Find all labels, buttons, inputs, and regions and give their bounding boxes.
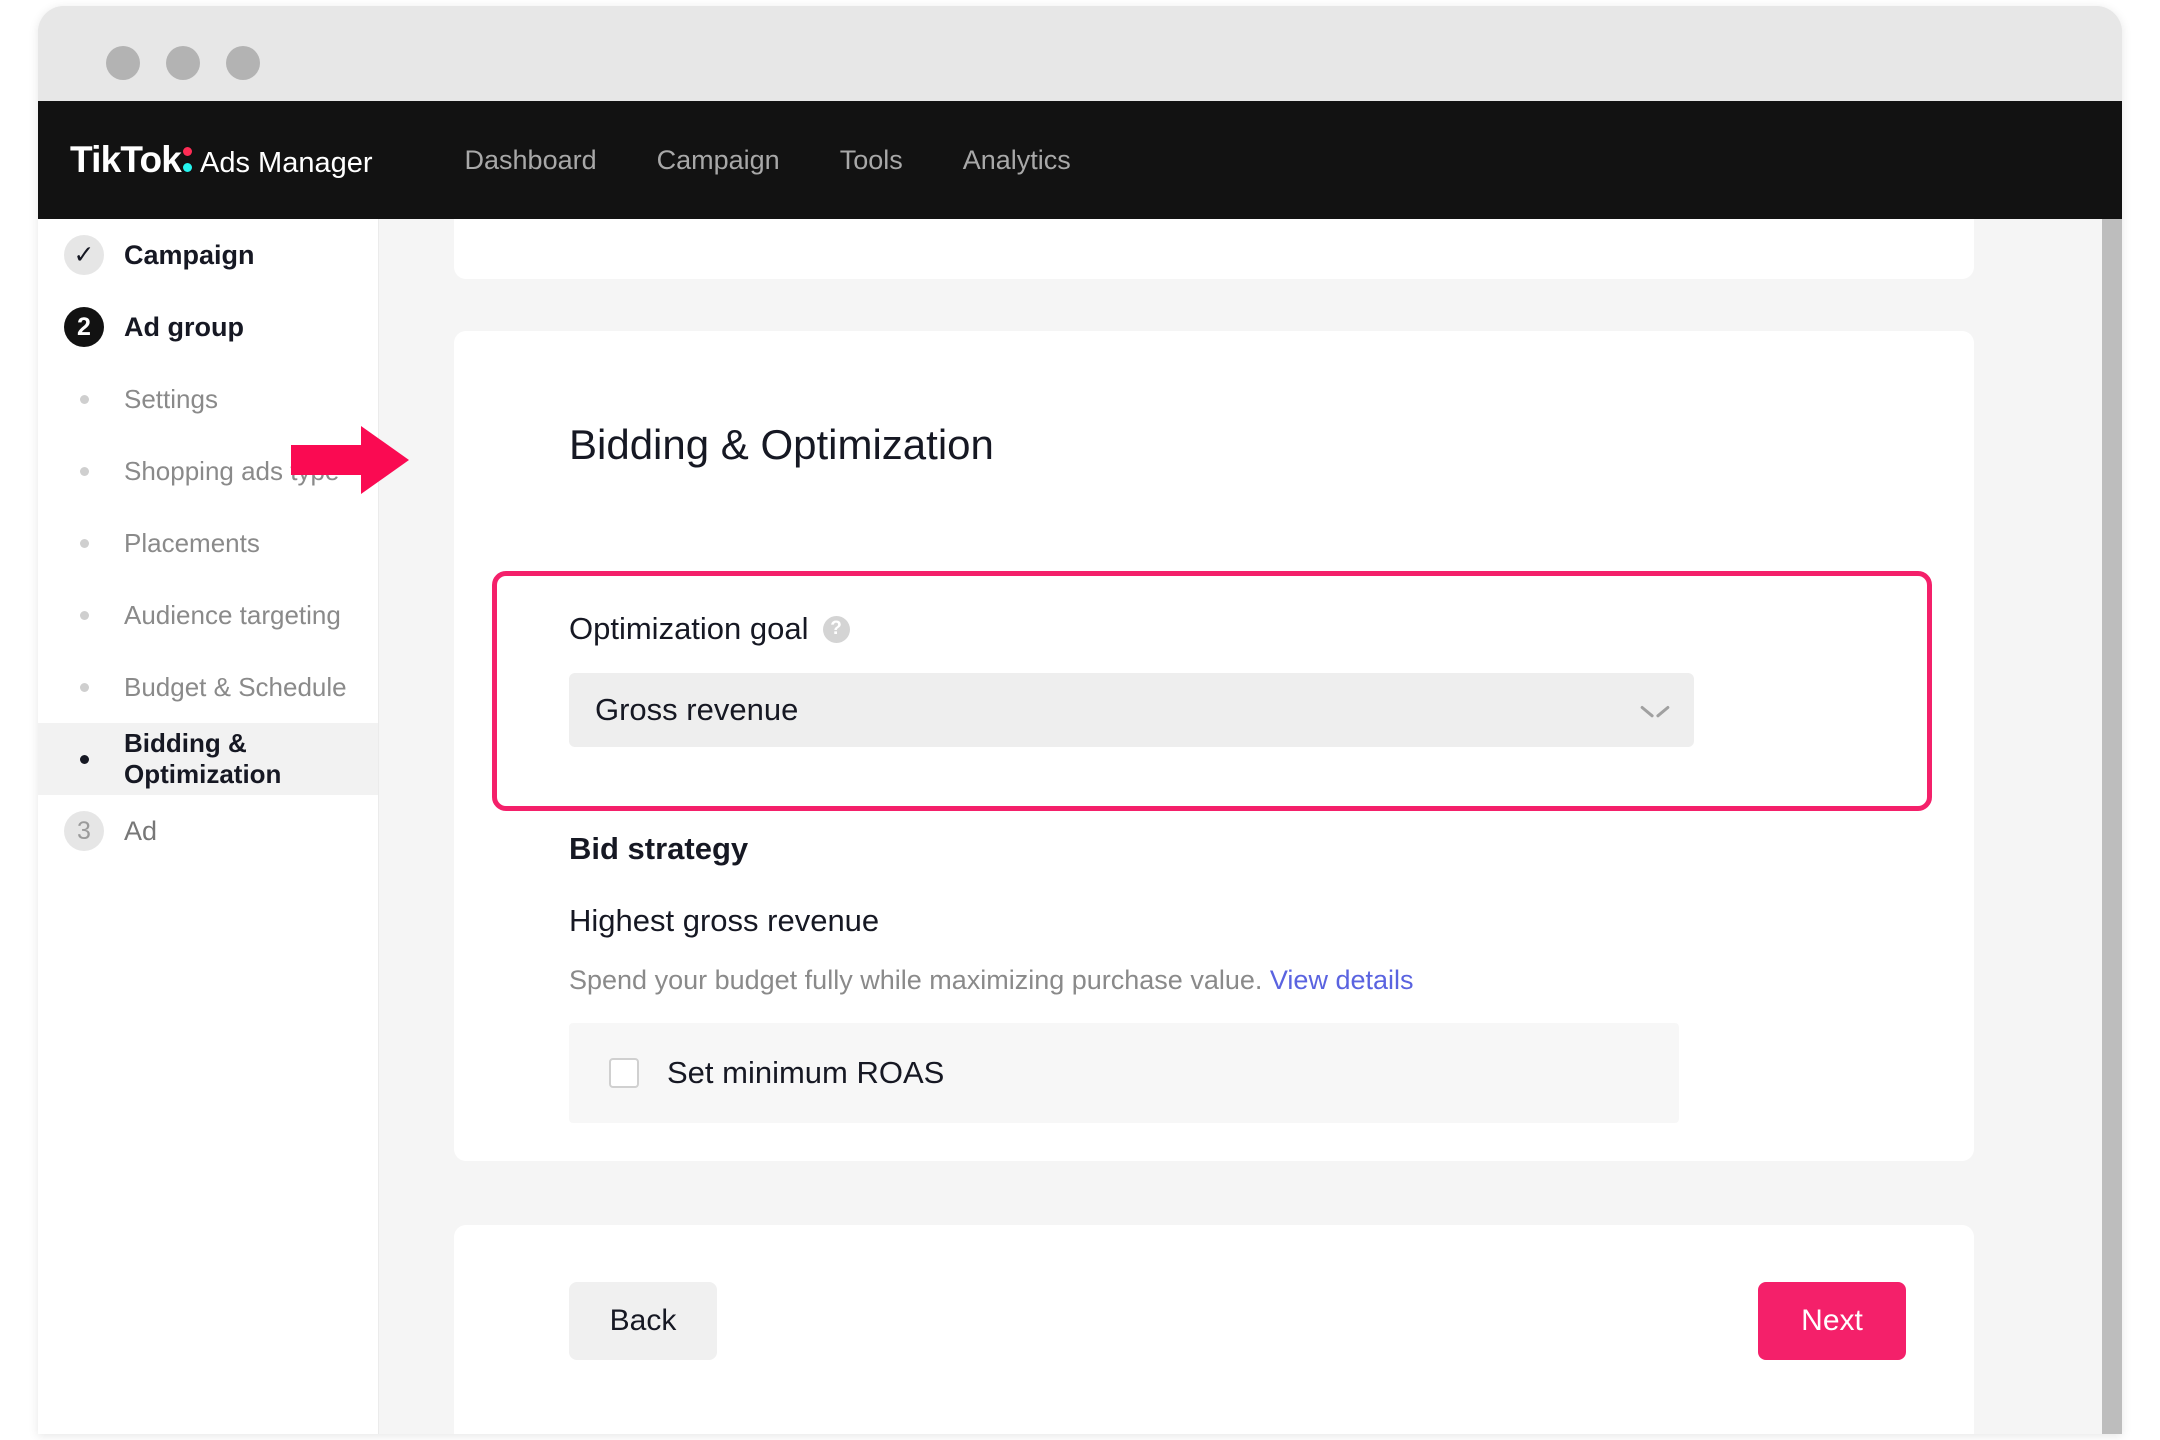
nav-item-analytics[interactable]: Analytics xyxy=(963,145,1071,176)
optimization-goal-label-group: Optimization goal ? xyxy=(569,611,850,647)
sidebar-item-audience-targeting-label: Audience targeting xyxy=(124,599,341,630)
window-maximize-button[interactable] xyxy=(226,46,260,80)
sidebar-item-settings[interactable]: Settings xyxy=(38,363,378,435)
sidebar-item-bidding-optimization-label: Bidding & Optimization xyxy=(124,728,282,789)
set-minimum-roas-checkbox[interactable] xyxy=(609,1058,639,1088)
bullet-icon xyxy=(64,754,104,764)
window-frame-right xyxy=(2102,101,2122,1434)
help-icon[interactable]: ? xyxy=(822,615,850,643)
sidebar: ✓ Campaign 2 Ad group Settings Shopping … xyxy=(38,219,379,1434)
view-details-link[interactable]: View details xyxy=(1270,965,1414,995)
bullet-icon xyxy=(64,610,104,620)
footer-actions-card: Back Next xyxy=(454,1225,1974,1434)
minimum-roas-panel: Set minimum ROAS xyxy=(569,1023,1679,1123)
sidebar-item-settings-label: Settings xyxy=(124,383,218,414)
brand-subtitle: Ads Manager xyxy=(200,147,373,179)
check-icon: ✓ xyxy=(64,235,104,275)
sidebar-step-ad-group-label: Ad group xyxy=(124,311,244,342)
set-minimum-roas-label: Set minimum ROAS xyxy=(667,1055,945,1090)
nav-item-tools[interactable]: Tools xyxy=(840,145,903,176)
sidebar-item-placements[interactable]: Placements xyxy=(38,507,378,579)
page-title: Bidding & Optimization xyxy=(569,421,994,468)
sidebar-item-shopping-ads-type-label: Shopping ads type xyxy=(124,455,340,486)
sidebar-item-placements-label: Placements xyxy=(124,527,260,558)
window-close-button[interactable] xyxy=(106,46,140,80)
sidebar-item-audience-targeting[interactable]: Audience targeting xyxy=(38,579,378,651)
sidebar-item-bidding-optimization[interactable]: Bidding & Optimization xyxy=(38,723,378,795)
optimization-goal-select[interactable]: Gross revenue xyxy=(569,673,1694,747)
previous-section-card xyxy=(454,219,1974,279)
browser-window: TikTok Ads Manager Dashboard Campaign To… xyxy=(38,6,2122,1434)
nav-item-dashboard[interactable]: Dashboard xyxy=(465,145,597,176)
window-minimize-button[interactable] xyxy=(166,46,200,80)
content-area: Bidding & Optimization Optimization goal… xyxy=(379,219,2102,1434)
sidebar-item-budget-schedule[interactable]: Budget & Schedule xyxy=(38,651,378,723)
sidebar-step-campaign-label: Campaign xyxy=(124,239,255,270)
bid-strategy-description-text: Spend your budget fully while maximizing… xyxy=(569,965,1263,995)
sidebar-step-ad[interactable]: 3 Ad xyxy=(38,795,378,867)
optimization-goal-value: Gross revenue xyxy=(595,692,799,727)
step-number-badge: 3 xyxy=(64,811,104,851)
step-number-badge: 2 xyxy=(64,307,104,347)
bullet-icon xyxy=(64,394,104,404)
chevron-down-icon xyxy=(1642,703,1668,718)
app-body: ✓ Campaign 2 Ad group Settings Shopping … xyxy=(38,219,2102,1434)
window-titlebar xyxy=(38,6,2122,101)
optimization-goal-label: Optimization goal xyxy=(569,611,809,646)
bid-strategy-label: Bid strategy xyxy=(569,831,749,866)
bid-strategy-name: Highest gross revenue xyxy=(569,903,880,938)
tiktok-colon-icon xyxy=(183,140,194,172)
sidebar-step-campaign[interactable]: ✓ Campaign xyxy=(38,219,378,291)
bullet-icon xyxy=(64,682,104,692)
back-button[interactable]: Back xyxy=(569,1282,717,1360)
bullet-icon xyxy=(64,538,104,548)
sidebar-item-shopping-ads-type[interactable]: Shopping ads type xyxy=(38,435,378,507)
main-nav: Dashboard Campaign Tools Analytics xyxy=(465,145,1071,176)
nav-item-campaign[interactable]: Campaign xyxy=(657,145,780,176)
brand-logo-group[interactable]: TikTok Ads Manager xyxy=(70,139,373,181)
sidebar-step-ad-group[interactable]: 2 Ad group xyxy=(38,291,378,363)
app-header: TikTok Ads Manager Dashboard Campaign To… xyxy=(38,101,2122,219)
sidebar-item-budget-schedule-label: Budget & Schedule xyxy=(124,671,347,702)
bullet-icon xyxy=(64,466,104,476)
sidebar-step-ad-label: Ad xyxy=(124,815,158,846)
bidding-optimization-card: Bidding & Optimization Optimization goal… xyxy=(454,331,1974,1259)
bid-strategy-description: Spend your budget fully while maximizing… xyxy=(569,965,1414,996)
tiktok-wordmark: TikTok xyxy=(70,139,182,180)
next-button[interactable]: Next xyxy=(1758,1282,1906,1360)
